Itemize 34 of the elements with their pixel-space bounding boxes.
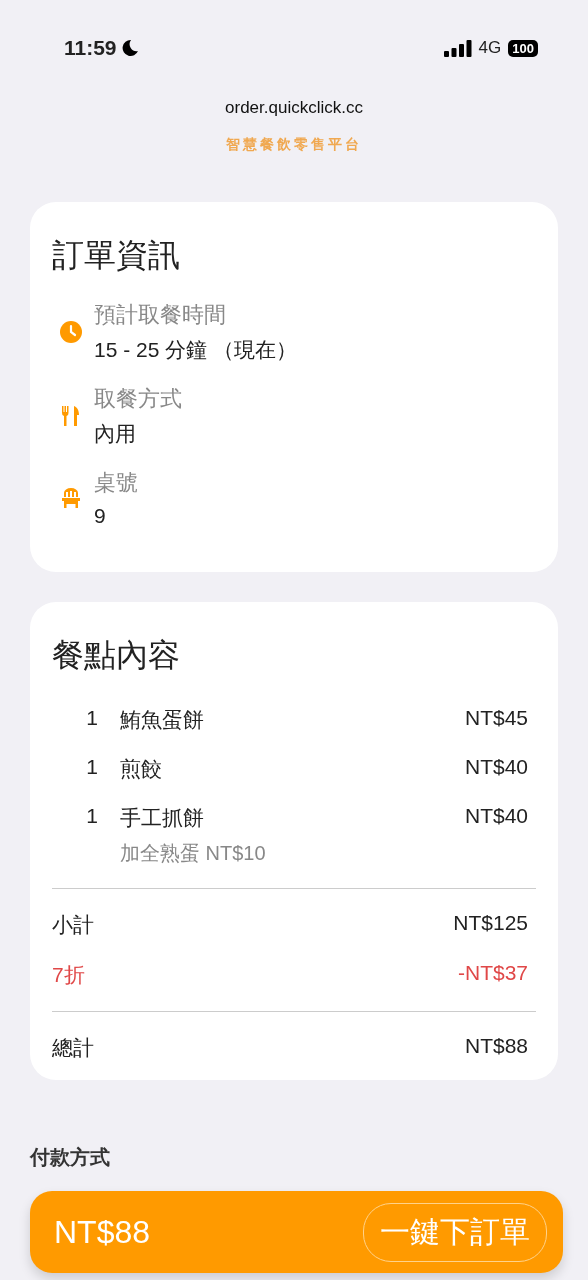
brand-tagline: 智慧餐飲零售平台 [226,136,362,154]
info-value: 內用 [94,421,137,447]
summary-label: 7折 [52,962,85,988]
summary-amount: -NT$37 [457,961,528,986]
item-name: 煎餃 [120,756,163,782]
signal-icon [443,39,472,57]
summary-label: 小計 [52,912,94,938]
item-quantity: 1 [85,755,98,780]
summary-amount: NT$125 [453,911,528,936]
battery-level: 100 [508,39,538,57]
info-value: 9 [94,504,107,528]
network-label: 4G [478,38,502,58]
item-name: 鮪魚蛋餅 [120,707,205,733]
info-label: 取餐方式 [94,385,182,413]
section-title: 付款方式 [30,1145,111,1170]
item-price: NT$40 [464,755,528,780]
item-quantity: 1 [85,706,98,731]
item-option: 加全熟蛋 NT$10 [120,840,443,867]
clock-time: 11:59 [64,36,117,60]
info-label: 預計取餐時間 [94,301,227,329]
total-amount: NT$88 [464,1034,528,1059]
card-title: 訂單資訊 [52,236,181,275]
info-value: 15 - 25 分鐘 （現在） [94,337,298,363]
checkout-total: NT$88 [54,1213,151,1251]
total-label: 總計 [52,1035,94,1061]
moon-icon [120,39,139,57]
item-price: NT$40 [464,804,528,829]
item-name: 手工抓餅 [120,805,205,831]
page-url: order.quickclick.cc [225,98,363,118]
place-order-button[interactable]: 一鍵下訂單 [363,1202,547,1262]
info-label: 桌號 [94,469,138,497]
card-title: 餐點內容 [52,636,181,675]
item-price: NT$45 [464,706,528,731]
item-quantity: 1 [85,804,98,829]
